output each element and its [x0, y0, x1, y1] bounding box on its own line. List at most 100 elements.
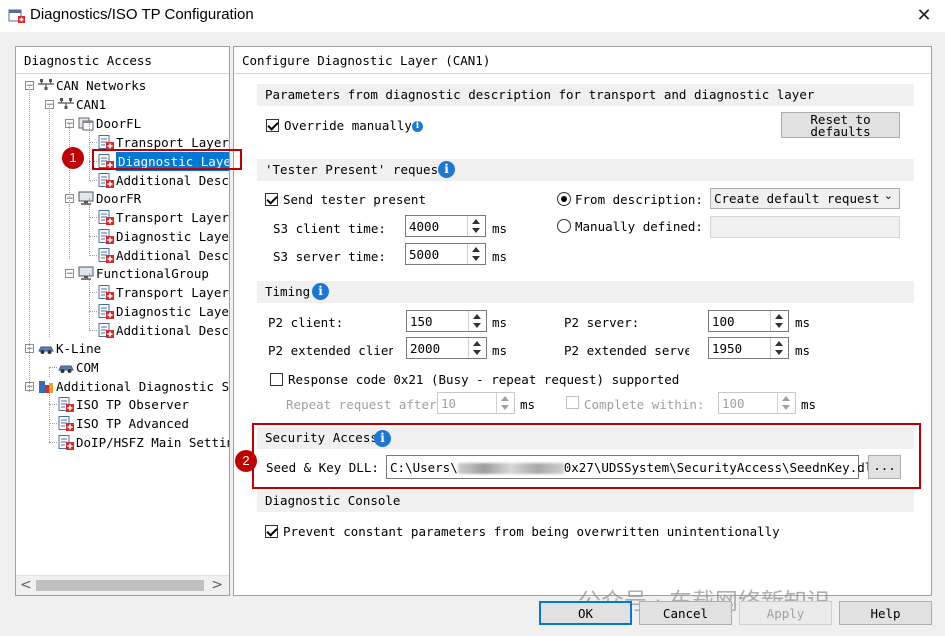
tree-item[interactable]: − DoorFR: [16, 189, 229, 208]
arrow-up-icon[interactable]: [501, 396, 509, 401]
tree-connector: [49, 442, 57, 443]
repeat-request-label: Repeat request after:: [286, 397, 445, 412]
s3-server-unit: ms: [492, 249, 508, 264]
kline-car-icon: [58, 360, 74, 375]
tree-connector: [89, 330, 97, 331]
tree-item-label: DoIP/HSFZ Main Settings: [76, 435, 229, 450]
cancel-button[interactable]: Cancel: [639, 601, 732, 625]
s3-client-stepper[interactable]: 4000: [405, 215, 486, 237]
apply-button[interactable]: Apply: [739, 601, 832, 625]
horizontal-scrollbar[interactable]: < >: [16, 575, 229, 595]
manual-request-field[interactable]: [710, 216, 900, 238]
tree-item[interactable]: −Additional Diagnostic Settings: [16, 377, 229, 396]
tree-item-label: Additional Diagnostic Settings: [56, 379, 230, 394]
tree-item[interactable]: Additional Descriptions: [16, 246, 229, 265]
stepper-arrows[interactable]: [468, 338, 486, 358]
manually-defined-radio[interactable]: [557, 219, 571, 233]
arrow-up-icon[interactable]: [473, 341, 481, 346]
config-doc-icon: [98, 229, 114, 244]
config-doc-icon: [98, 323, 114, 338]
scroll-left-icon[interactable]: <: [20, 577, 32, 593]
tree-connector: [89, 292, 97, 293]
config-doc-icon: [98, 173, 114, 188]
tree-item-label: ISO TP Advanced: [76, 416, 189, 431]
stepper-arrows[interactable]: [468, 311, 486, 331]
tree-item[interactable]: Additional Descriptions: [16, 171, 229, 190]
tree-item[interactable]: − CAN Networks: [16, 76, 229, 95]
stepper-arrows[interactable]: [496, 393, 514, 413]
stepper-arrows[interactable]: [770, 311, 788, 331]
arrow-down-icon[interactable]: [775, 323, 783, 328]
info-icon[interactable]: i: [412, 121, 423, 132]
default-request-select[interactable]: Create default request ⌄: [710, 188, 900, 209]
from-description-radio[interactable]: [557, 192, 571, 206]
p2-client-unit: ms: [492, 315, 508, 330]
tree-item-label: ISO TP Observer: [76, 397, 189, 412]
help-button[interactable]: Help: [839, 601, 932, 625]
arrow-down-icon[interactable]: [782, 405, 790, 410]
tree-item[interactable]: DoIP/HSFZ Main Settings: [16, 433, 229, 452]
response-code-label: Response code 0x21 (Busy - repeat reques…: [288, 372, 680, 387]
close-icon[interactable]: ✕: [911, 4, 937, 28]
info-icon[interactable]: i: [312, 283, 329, 300]
diagnostic-console-section-header: Diagnostic Console: [257, 490, 914, 512]
arrow-down-icon[interactable]: [775, 350, 783, 355]
override-manually-checkbox[interactable]: [266, 119, 279, 132]
tree-item[interactable]: Additional Descriptions: [16, 321, 229, 340]
p2-server-unit: ms: [795, 315, 811, 330]
p2-extended-server-stepper[interactable]: 1950: [708, 337, 789, 359]
reset-to-defaults-button[interactable]: Reset to defaults: [781, 112, 900, 138]
tree-item[interactable]: − DoorFL: [16, 114, 229, 133]
p2-server-stepper[interactable]: 100: [708, 310, 789, 332]
stepper-arrows[interactable]: [770, 338, 788, 358]
config-doc-icon: [58, 435, 74, 450]
send-tester-present-label: Send tester present: [283, 192, 426, 207]
s3-client-label: S3 client time:: [273, 221, 386, 236]
arrow-up-icon[interactable]: [472, 247, 480, 252]
arrow-down-icon[interactable]: [473, 323, 481, 328]
response-code-checkbox[interactable]: [270, 373, 283, 386]
tree-item[interactable]: Transport Layer: [16, 283, 229, 302]
arrow-down-icon[interactable]: [472, 256, 480, 261]
arrow-down-icon[interactable]: [473, 350, 481, 355]
tree-item[interactable]: Transport Layer: [16, 208, 229, 227]
tree-item[interactable]: − K-Line: [16, 339, 229, 358]
arrow-up-icon[interactable]: [782, 396, 790, 401]
tree-item[interactable]: COM: [16, 358, 229, 377]
arrow-down-icon[interactable]: [472, 228, 480, 233]
collapse-icon[interactable]: −: [65, 269, 74, 279]
stepper-arrows[interactable]: [467, 216, 485, 236]
tree-item[interactable]: ISO TP Observer: [16, 395, 229, 414]
s3-server-stepper[interactable]: 5000: [405, 243, 486, 265]
scroll-thumb[interactable]: [36, 580, 204, 591]
complete-within-stepper[interactable]: 100: [718, 392, 796, 414]
tree-item[interactable]: − CAN1: [16, 95, 229, 114]
tree-item[interactable]: Diagnostic Layer: [16, 227, 229, 246]
ok-button[interactable]: OK: [539, 601, 632, 625]
arrow-up-icon[interactable]: [472, 219, 480, 224]
settings-blocks-icon: [38, 379, 54, 394]
chevron-down-icon[interactable]: ⌄: [884, 189, 893, 202]
arrow-down-icon[interactable]: [501, 405, 509, 410]
stepper-arrows[interactable]: [467, 244, 485, 264]
tree-item[interactable]: ISO TP Advanced: [16, 414, 229, 433]
complete-within-label: Complete within:: [584, 397, 705, 412]
params-section-header: Parameters from diagnostic description f…: [257, 84, 914, 106]
send-tester-present-checkbox[interactable]: [265, 193, 278, 206]
info-icon[interactable]: i: [438, 161, 455, 178]
prevent-overwrite-checkbox[interactable]: [265, 525, 278, 538]
kline-car-icon: [38, 341, 54, 356]
repeat-request-stepper[interactable]: 10: [437, 392, 515, 414]
tree-item[interactable]: Diagnostic Layer: [16, 302, 229, 321]
arrow-up-icon[interactable]: [775, 314, 783, 319]
scroll-right-icon[interactable]: >: [211, 577, 223, 593]
tree-connector: [69, 198, 70, 259]
config-doc-icon: [98, 135, 114, 150]
p2-extended-client-stepper[interactable]: 2000: [406, 337, 487, 359]
complete-within-checkbox[interactable]: [566, 396, 579, 409]
arrow-up-icon[interactable]: [775, 341, 783, 346]
p2-client-stepper[interactable]: 150: [406, 310, 487, 332]
stepper-arrows[interactable]: [777, 393, 795, 413]
tree-item[interactable]: − FunctionalGroup: [16, 264, 229, 283]
arrow-up-icon[interactable]: [473, 314, 481, 319]
